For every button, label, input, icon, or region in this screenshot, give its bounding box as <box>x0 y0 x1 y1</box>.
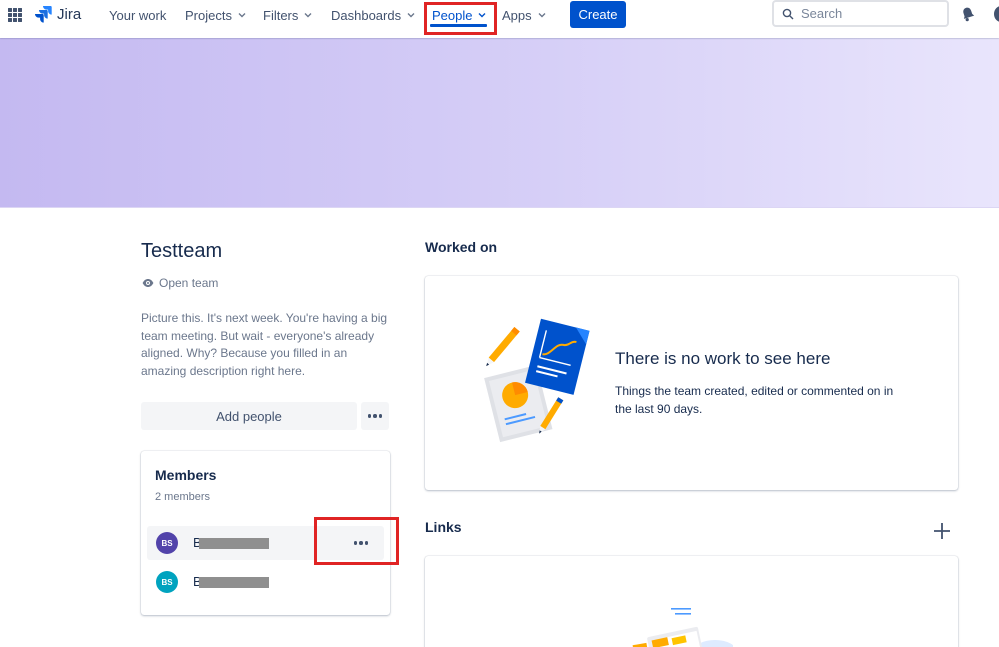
empty-state-illustration <box>484 318 590 443</box>
team-visibility: Open team <box>142 276 218 290</box>
links-empty-illustration <box>632 608 733 647</box>
empty-state-description: Things the team created, edited or comme… <box>615 384 894 416</box>
nav-dashboards[interactable]: Dashboards <box>331 7 415 23</box>
team-header-banner <box>0 38 999 208</box>
members-count: 2 members <box>155 491 211 503</box>
more-icon <box>353 541 369 545</box>
member-name: B <box>193 535 269 551</box>
create-button[interactable]: Create <box>570 1 626 28</box>
member-avatar: BS <box>156 532 178 554</box>
worked-on-title: Worked on <box>425 239 498 255</box>
chevron-down-icon <box>538 13 546 18</box>
more-icon <box>367 414 383 418</box>
worked-on-card: There is no work to see here Things the … <box>425 276 958 490</box>
links-card <box>425 556 958 647</box>
search-input[interactable] <box>801 6 931 21</box>
nav-label: Projects <box>185 7 232 23</box>
member-more-actions-button[interactable] <box>347 529 375 557</box>
add-people-button[interactable]: Add people <box>141 402 357 430</box>
notifications-bell-icon[interactable] <box>960 6 976 22</box>
member-name: B <box>193 574 269 590</box>
team-more-actions-button[interactable] <box>361 402 389 430</box>
add-link-button[interactable] <box>932 521 952 541</box>
redaction-bar <box>199 577 269 588</box>
empty-state-title: There is no work to see here <box>615 349 831 368</box>
links-title: Links <box>425 519 462 535</box>
app-switcher-icon[interactable] <box>8 8 22 22</box>
top-navigation: Jira Your work Projects Filters Dashboar… <box>0 0 999 38</box>
nav-people[interactable]: People <box>432 7 486 23</box>
member-row[interactable]: BS B <box>147 565 384 599</box>
search-box[interactable] <box>772 0 949 27</box>
visibility-label: Open team <box>159 276 219 290</box>
jira-logo[interactable]: Jira <box>34 5 81 23</box>
active-tab-indicator <box>430 24 487 27</box>
chevron-down-icon <box>407 13 415 18</box>
chevron-down-icon <box>304 13 312 18</box>
nav-label: Dashboards <box>331 7 402 23</box>
eye-icon <box>142 279 154 287</box>
profile-avatar[interactable] <box>994 6 999 22</box>
member-avatar: BS <box>156 571 178 593</box>
nav-your-work[interactable]: Your work <box>109 7 166 23</box>
members-card: Members 2 members BS B BS B <box>141 451 390 615</box>
nav-label: Filters <box>263 7 299 23</box>
nav-apps[interactable]: Apps <box>502 7 546 23</box>
nav-label: Your work <box>109 7 167 23</box>
redaction-bar <box>199 538 269 549</box>
members-title: Members <box>155 467 217 483</box>
team-description[interactable]: Picture this. It's next week. You're hav… <box>141 310 395 380</box>
logo-text: Jira <box>57 5 82 23</box>
nav-label: Apps <box>502 7 532 23</box>
search-icon <box>782 8 794 19</box>
chevron-down-icon <box>478 13 486 18</box>
nav-filters[interactable]: Filters <box>263 7 312 23</box>
nav-projects[interactable]: Projects <box>185 7 246 23</box>
team-name: Testteam <box>141 240 223 262</box>
nav-label: People <box>432 7 473 23</box>
plus-icon <box>934 523 950 539</box>
chevron-down-icon <box>238 13 246 18</box>
jira-logo-icon <box>35 6 52 23</box>
